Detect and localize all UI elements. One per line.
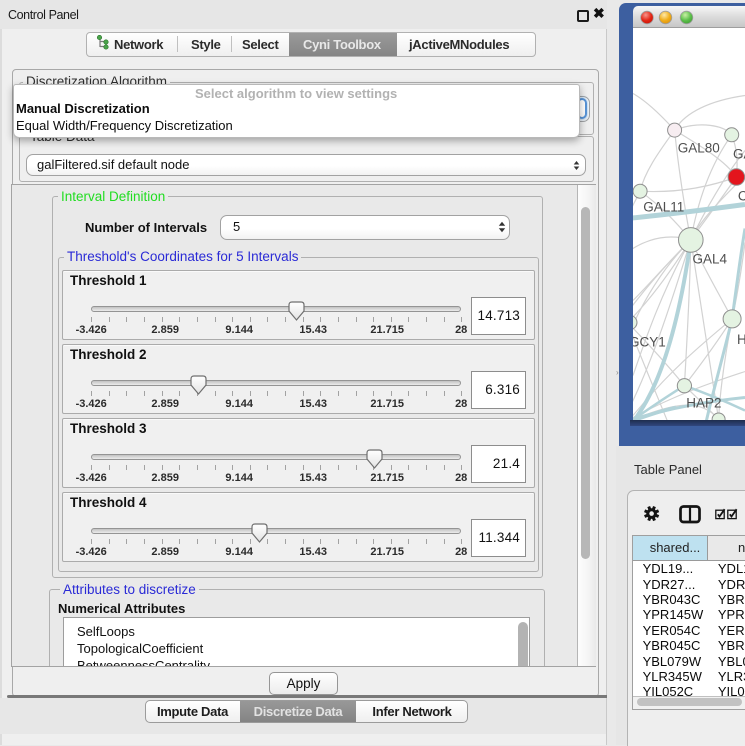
svg-text:GAL4: GAL4 [693, 251, 728, 266]
svg-text:GAL80: GAL80 [678, 140, 720, 155]
svg-text:HAP2: HAP2 [686, 395, 721, 410]
svg-text:GAL11: GAL11 [643, 199, 684, 214]
svg-text:GAL3: GAL3 [733, 146, 745, 161]
svg-text:HIS: HIS [737, 332, 745, 347]
svg-text:GCY1: GCY1 [633, 334, 666, 349]
svg-text:CRP: CRP [738, 188, 745, 203]
